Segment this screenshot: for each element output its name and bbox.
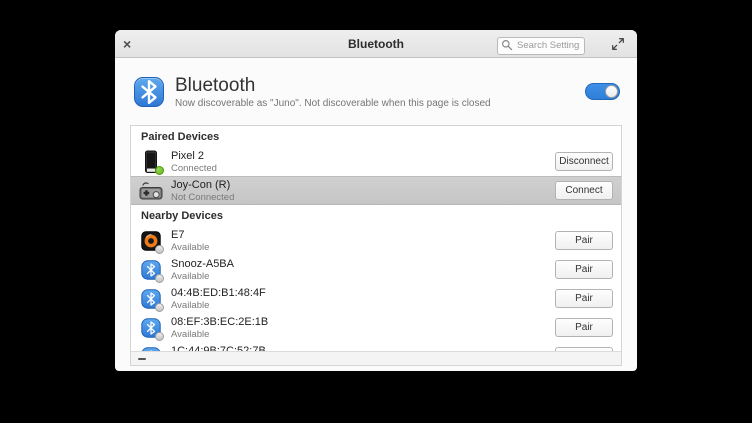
device-status: Available xyxy=(171,242,209,253)
available-emblem xyxy=(155,245,164,254)
device-name: Joy-Con (R) xyxy=(171,179,234,192)
device-row[interactable]: 08:EF:3B:EC:2E:1BAvailable Pair xyxy=(131,313,621,342)
device-row[interactable]: E7Available Pair xyxy=(131,226,621,255)
toggle-knob xyxy=(605,85,618,98)
device-row[interactable]: Joy-Con (R)Not Connected Connect xyxy=(131,176,621,205)
device-row[interactable]: 1C:44:9B:7C:52:7BAvailablePair xyxy=(131,342,621,351)
pair-button[interactable]: Pair xyxy=(555,231,613,250)
pair-button[interactable]: Pair xyxy=(555,289,613,308)
phone-icon xyxy=(139,148,163,175)
device-name: E7 xyxy=(171,229,209,242)
search-input[interactable] xyxy=(497,37,585,55)
maximize-icon[interactable] xyxy=(611,37,625,51)
device-status: Available xyxy=(171,329,268,340)
bluetooth-icon xyxy=(139,343,163,351)
pair-button[interactable]: Pair xyxy=(555,260,613,279)
bluetooth-icon xyxy=(139,314,163,341)
device-name: Snooz-A5BA xyxy=(171,258,234,271)
close-window-icon[interactable]: × xyxy=(123,37,131,51)
pair-button[interactable]: Pair xyxy=(555,318,613,337)
back-button-label: All Settings xyxy=(160,38,213,50)
device-status: Available xyxy=(171,300,266,311)
available-emblem xyxy=(155,303,164,312)
connect-button[interactable]: Connect xyxy=(555,181,613,200)
disconnect-button[interactable]: Disconnect xyxy=(555,152,613,171)
device-status: Not Connected xyxy=(171,192,234,203)
bluetooth-toggle[interactable] xyxy=(585,83,620,100)
device-status: Available xyxy=(171,271,234,282)
bluetooth-settings-window: × All Settings Bluetooth xyxy=(115,30,637,371)
available-emblem xyxy=(155,332,164,341)
device-row[interactable]: Pixel 2Connected Disconnect xyxy=(131,147,621,176)
device-name: 1C:44:9B:7C:52:7B xyxy=(171,345,266,352)
page-title: Bluetooth xyxy=(175,75,491,96)
bluetooth-page-header: Bluetooth Now discoverable as "Juno". No… xyxy=(115,58,637,125)
device-name: Pixel 2 xyxy=(171,150,217,163)
device-row[interactable]: 04:4B:ED:B1:48:4FAvailable Pair xyxy=(131,284,621,313)
bluetooth-icon xyxy=(139,285,163,312)
device-name: 04:4B:ED:B1:48:4F xyxy=(171,287,266,300)
device-list: Paired Devices Pixel 2Connected Disconnec… xyxy=(131,126,621,351)
speaker-icon xyxy=(139,227,163,254)
nearby-devices-header: Nearby Devices xyxy=(131,205,621,226)
gamepad-icon xyxy=(139,177,163,204)
search-field-container xyxy=(497,35,585,53)
list-toolbar xyxy=(131,351,621,365)
connected-emblem xyxy=(155,166,164,175)
device-status: Connected xyxy=(171,163,217,174)
discoverable-status-text: Now discoverable as "Juno". Not discover… xyxy=(175,98,491,109)
device-name: 08:EF:3B:EC:2E:1B xyxy=(171,316,268,329)
pair-button[interactable]: Pair xyxy=(555,347,613,351)
remove-device-icon[interactable] xyxy=(138,358,146,360)
available-emblem xyxy=(155,274,164,283)
headerbar: × All Settings Bluetooth xyxy=(115,30,637,58)
bluetooth-app-icon xyxy=(134,77,164,107)
bluetooth-icon xyxy=(139,256,163,283)
device-list-frame: Paired Devices Pixel 2Connected Disconnec… xyxy=(130,125,622,366)
device-row[interactable]: Snooz-A5BAAvailable Pair xyxy=(131,255,621,284)
paired-devices-header: Paired Devices xyxy=(131,126,621,147)
